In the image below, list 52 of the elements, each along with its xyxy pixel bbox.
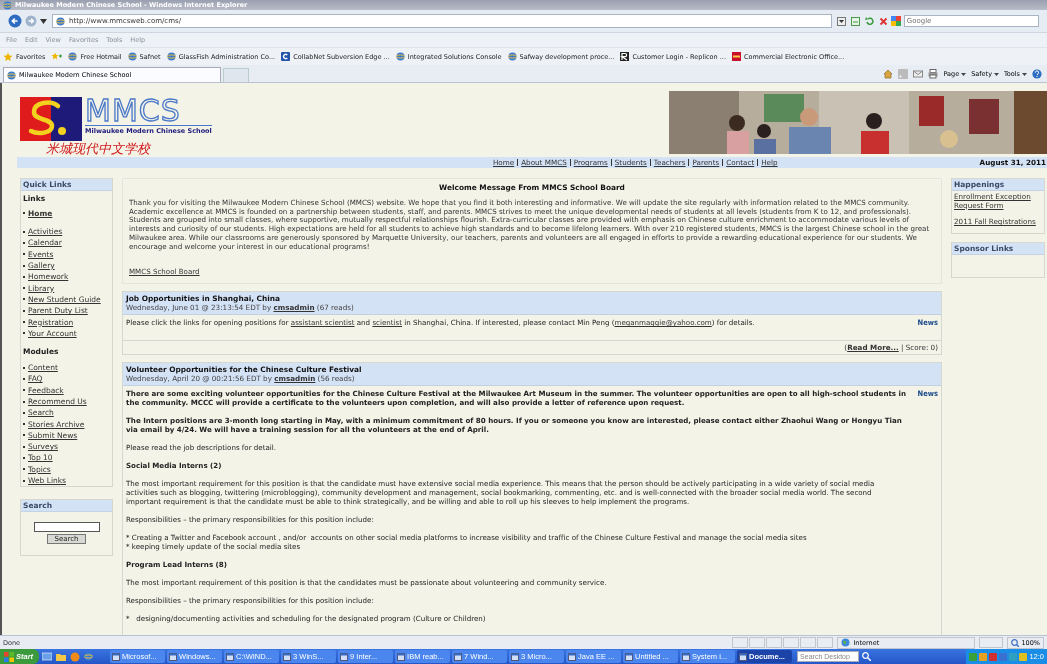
app-icon	[70, 651, 81, 662]
browser-icon	[84, 651, 94, 661]
browser-icon	[7, 70, 16, 80]
c-logo-icon	[281, 52, 291, 61]
search-provider-icon	[890, 16, 901, 26]
window-icon	[625, 652, 634, 661]
window-icon	[568, 652, 577, 661]
browser-icon	[68, 52, 78, 61]
protected-mode-button[interactable]	[979, 637, 1004, 648]
window-icon	[169, 652, 178, 661]
logo-icon	[20, 97, 82, 141]
star-icon	[3, 51, 13, 62]
add-favorite-icon	[51, 52, 63, 61]
browser-icon	[395, 52, 405, 61]
logo-text: MMCS	[85, 97, 182, 125]
caret-icon	[1022, 72, 1027, 76]
window-icon	[283, 652, 292, 661]
window-icon	[397, 652, 406, 661]
windows-logo-icon	[4, 651, 14, 662]
caret-icon	[40, 18, 47, 24]
desktop-icon	[42, 651, 53, 662]
window-icon	[739, 652, 748, 661]
forward-icon	[25, 15, 37, 27]
back-icon	[8, 14, 22, 28]
window-icon	[226, 652, 235, 661]
browser-icon	[3, 0, 12, 10]
caret-icon	[994, 72, 999, 76]
printer-icon	[928, 69, 939, 79]
window-icon	[682, 652, 691, 661]
search-icon	[862, 652, 872, 661]
browser-icon	[127, 52, 137, 61]
window-icon	[511, 652, 520, 661]
search-input[interactable]	[33, 522, 100, 533]
window-icon	[340, 652, 349, 661]
window-icon	[454, 652, 463, 661]
close-icon	[878, 16, 888, 26]
dropdown-icon	[836, 16, 846, 26]
refresh-icon	[864, 16, 874, 26]
zoom-icon	[1011, 638, 1020, 647]
caret-icon	[961, 72, 967, 76]
browser-icon	[56, 16, 65, 26]
folder-icon	[56, 651, 67, 662]
browser-icon	[166, 52, 176, 61]
globe-icon	[841, 638, 851, 647]
help-icon	[1032, 69, 1042, 79]
window-icon	[112, 652, 121, 661]
home-icon	[883, 69, 894, 79]
new-tab-button[interactable]	[223, 68, 249, 82]
r-logo-icon	[620, 52, 630, 61]
browser-icon	[507, 52, 517, 61]
mail-icon	[913, 69, 924, 79]
chinese-name: 米城现代中文学校	[46, 141, 152, 157]
